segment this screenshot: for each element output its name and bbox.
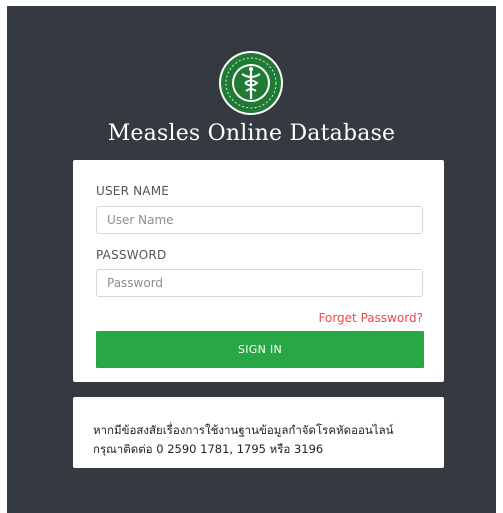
- password-input[interactable]: [96, 269, 423, 297]
- forgot-password-link[interactable]: Forget Password?: [319, 311, 423, 325]
- username-label: USER NAME: [96, 184, 170, 198]
- contact-info-card: หากมีข้อสงสัยเรื่องการใช้งานฐานข้อมูลกำจ…: [73, 397, 444, 468]
- app-title: Measles Online Database: [107, 121, 396, 146]
- contact-info-line-1: หากมีข้อสงสัยเรื่องการใช้งานฐานข้อมูลกำจ…: [93, 423, 394, 437]
- password-label: PASSWORD: [96, 248, 167, 262]
- ministry-seal-logo-icon: [219, 51, 283, 115]
- login-card: USER NAME PASSWORD Forget Password? SIGN…: [73, 160, 444, 382]
- username-input[interactable]: [96, 206, 423, 234]
- sign-in-button[interactable]: SIGN IN: [96, 331, 424, 368]
- contact-info-line-2: กรุณาติดต่อ 0 2590 1781, 1795 หรือ 3196: [93, 442, 324, 456]
